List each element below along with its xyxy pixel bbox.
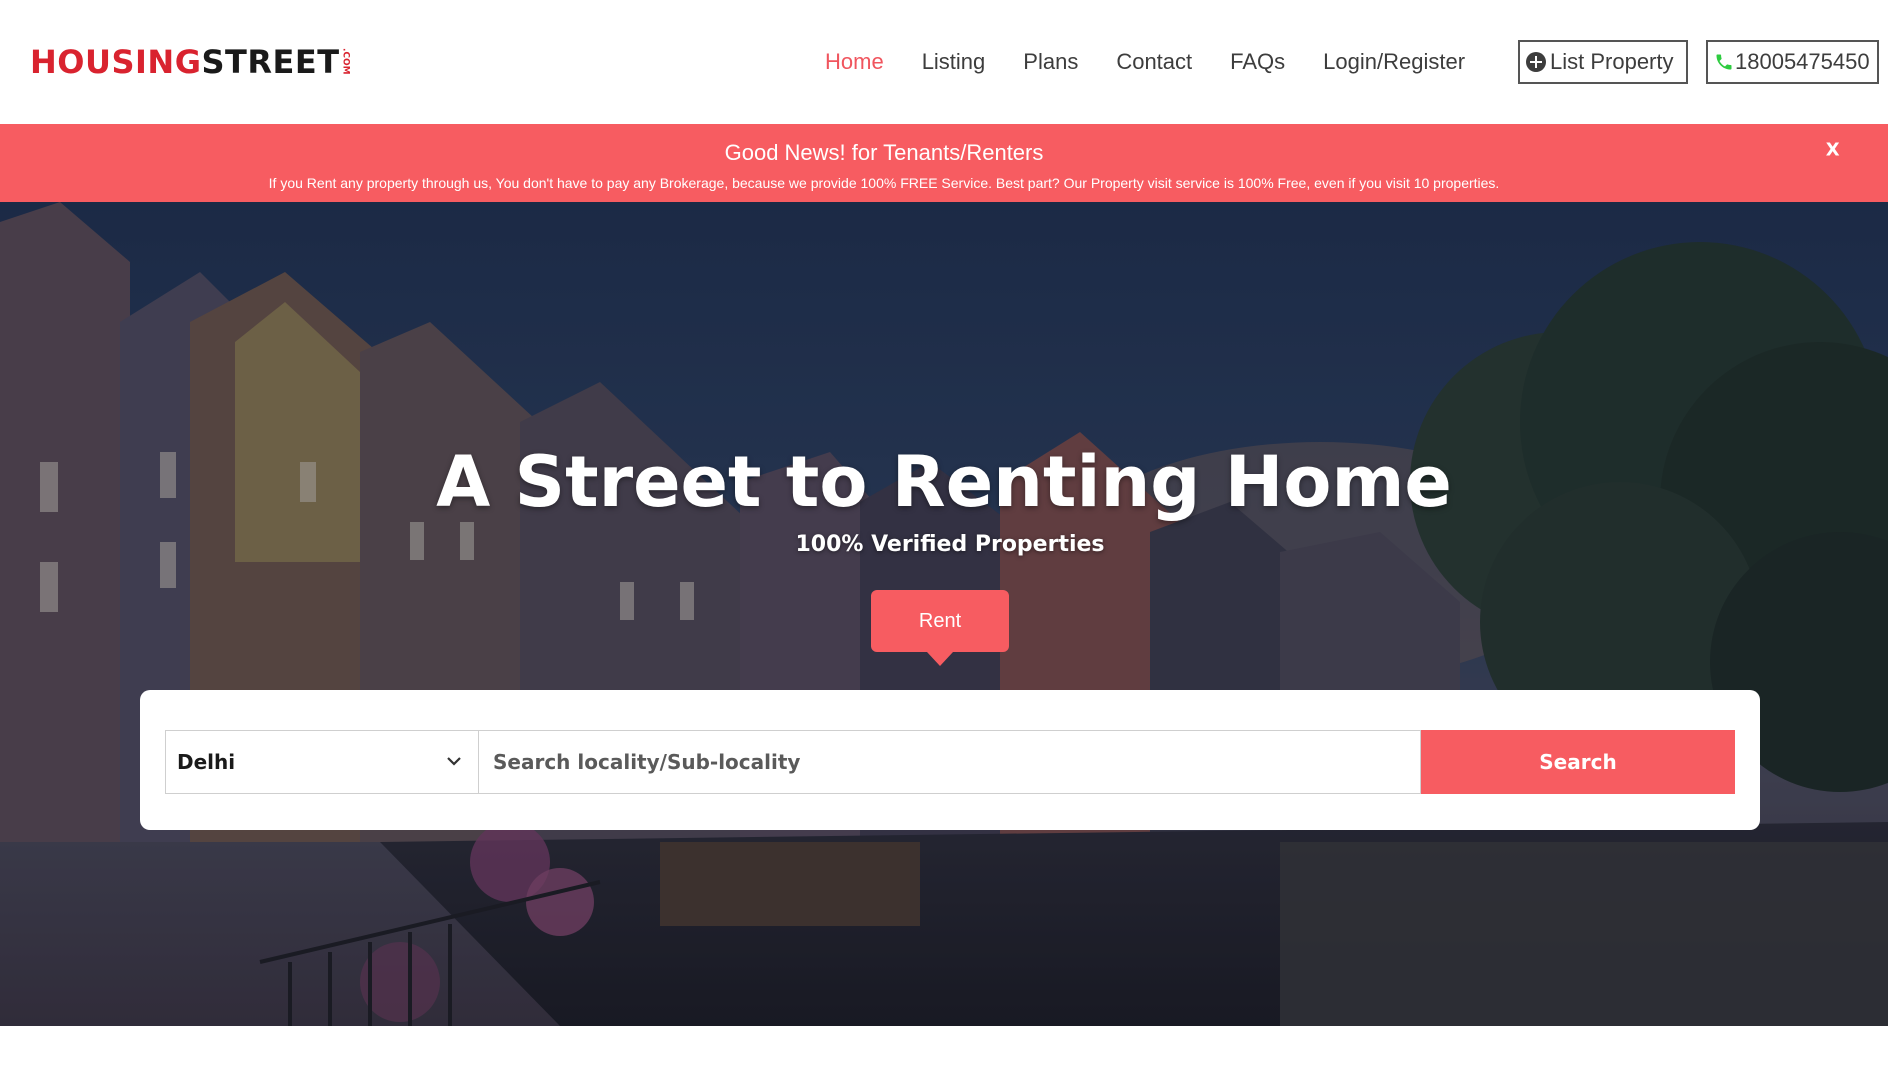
hero-subtitle: 100% Verified Properties — [795, 532, 1105, 557]
search-button[interactable]: Search — [1421, 730, 1735, 794]
list-property-button[interactable]: List Property — [1518, 40, 1688, 84]
nav-listing[interactable]: Listing — [922, 49, 986, 75]
locality-search-input[interactable] — [479, 730, 1421, 794]
city-select-value: Delhi — [177, 750, 236, 774]
main-nav: Home Listing Plans Contact FAQs Login/Re… — [825, 40, 1503, 84]
announcement-bar: Good News! for Tenants/Renters If you Re… — [0, 124, 1888, 202]
close-icon[interactable]: X — [1824, 138, 1842, 160]
phone-icon — [1716, 54, 1732, 70]
nav-login-register[interactable]: Login/Register — [1323, 49, 1465, 75]
chevron-down-icon — [447, 757, 461, 766]
phone-number: 18005475450 — [1735, 49, 1870, 74]
hero-section: A Street to Renting Home 100% Verified P… — [0, 202, 1888, 1026]
phone-button[interactable]: 18005475450 — [1706, 40, 1879, 84]
site-header: HOUSING STREET .COM Home Listing Plans C… — [0, 0, 1888, 124]
close-label: X — [1826, 139, 1840, 160]
tab-rent[interactable]: Rent — [871, 590, 1009, 666]
logo-com-text: .COM — [340, 48, 351, 75]
nav-home[interactable]: Home — [825, 49, 884, 75]
nav-contact[interactable]: Contact — [1116, 49, 1192, 75]
plus-circle-icon — [1526, 52, 1546, 72]
logo-street-text: STREET — [201, 43, 340, 81]
nav-plans[interactable]: Plans — [1023, 49, 1078, 75]
brand-logo[interactable]: HOUSING STREET .COM — [30, 44, 351, 84]
city-select[interactable]: Delhi — [165, 730, 479, 794]
logo-housing-text: HOUSING — [30, 43, 202, 81]
hero-title: A Street to Renting Home — [436, 441, 1452, 523]
search-card: Delhi Search — [140, 690, 1760, 830]
announcement-text: If you Rent any property through us, You… — [268, 175, 1500, 191]
announcement-title: Good News! for Tenants/Renters — [724, 140, 1044, 165]
nav-faqs[interactable]: FAQs — [1230, 49, 1285, 75]
list-property-label: List Property — [1550, 49, 1674, 74]
